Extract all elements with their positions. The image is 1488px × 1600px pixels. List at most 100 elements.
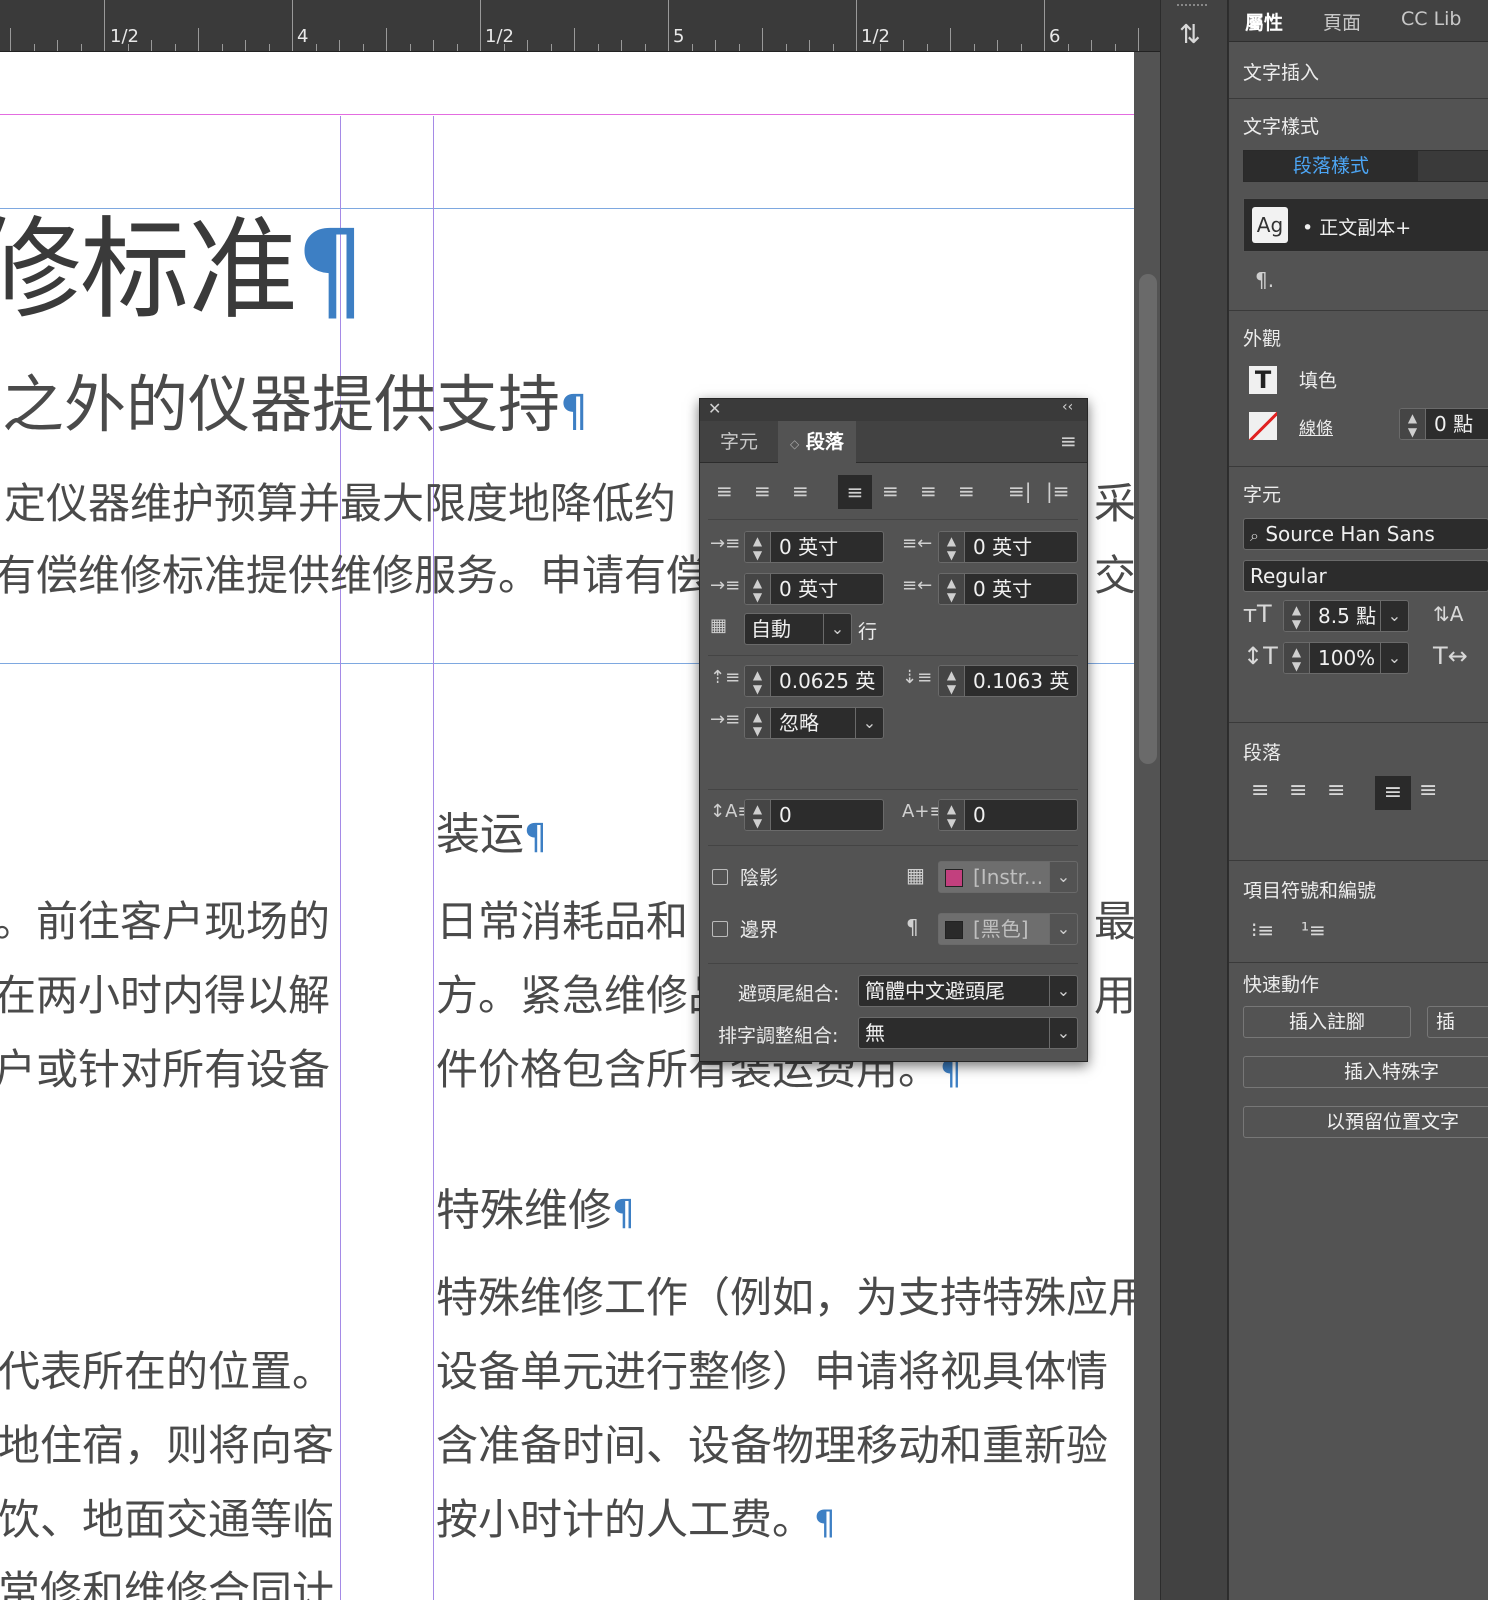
- kinsoku-select[interactable]: 簡體中文避頭尾 ⌄: [858, 975, 1078, 1007]
- insert-other-button[interactable]: 插: [1427, 1006, 1488, 1038]
- justify-right-icon[interactable]: ≡: [920, 479, 937, 503]
- stepper-arrows-icon[interactable]: ▲ ▼: [745, 800, 771, 830]
- grid-align-select[interactable]: 自動 ⌄: [744, 613, 852, 645]
- justify-all-icon[interactable]: ≡: [958, 479, 975, 503]
- special-repair-line[interactable]: 设备单元进行整修）申请将视具体情: [436, 1338, 1108, 1399]
- align-left-icon[interactable]: ≡: [1251, 778, 1269, 803]
- shading-grid-icon[interactable]: ▦: [906, 863, 925, 887]
- left-column-line[interactable]: 饮、地面交通等临: [0, 1486, 334, 1547]
- left-column-line[interactable]: 代表所在的位置。: [0, 1338, 334, 1399]
- pilcrow-icon[interactable]: ¶.: [1255, 268, 1274, 292]
- close-icon[interactable]: ✕: [708, 399, 721, 418]
- border-pilcrow-icon[interactable]: ¶: [906, 915, 919, 939]
- left-indent-field[interactable]: ▲ ▼ 0 英寸: [744, 531, 884, 563]
- align-toward-spine-icon[interactable]: ≡|: [1008, 479, 1032, 503]
- last-line-indent-field[interactable]: ▲ ▼ 0 英寸: [938, 573, 1078, 605]
- style-selector[interactable]: Ag • 正文副本+: [1243, 198, 1488, 252]
- subheading-text[interactable]: 之外的仪器提供支持¶: [2, 354, 588, 444]
- left-column-line[interactable]: 地住宿，则将向客: [0, 1412, 334, 1473]
- chevron-down-icon[interactable]: ⌄: [1049, 976, 1077, 1006]
- fill-text-icon[interactable]: T: [1249, 366, 1277, 394]
- special-repair-line[interactable]: 特殊维修工作（例如，为支持特殊应用: [436, 1264, 1134, 1325]
- chevron-down-icon[interactable]: ⌄: [1049, 862, 1077, 892]
- bulleted-list-icon[interactable]: ⁝≡: [1251, 918, 1274, 942]
- stroke-swatch-icon[interactable]: [1249, 412, 1277, 440]
- shipping-line[interactable]: 最: [1094, 888, 1134, 949]
- chevron-down-icon[interactable]: ⌄: [1049, 1018, 1077, 1048]
- justify-left-icon[interactable]: ≡: [1375, 776, 1411, 810]
- special-repair-line[interactable]: 按小时计的人工费。¶: [436, 1486, 836, 1547]
- align-right-icon[interactable]: ≡: [792, 479, 809, 503]
- vertical-scale-field[interactable]: ▲ ▼ 100% ⌄: [1283, 642, 1409, 674]
- stepper-arrows-icon[interactable]: ▲ ▼: [1284, 601, 1310, 631]
- heading-text[interactable]: 修标准¶: [0, 180, 366, 340]
- space-between-select[interactable]: ▲ ▼ 忽略 ⌄: [744, 707, 884, 739]
- drop-cap-chars-field[interactable]: ▲ ▼ 0: [938, 799, 1078, 831]
- tab-paragraph[interactable]: ◇ 段落: [778, 421, 856, 463]
- space-before-field[interactable]: ▲ ▼ 0.0625 英: [744, 665, 884, 697]
- align-center-icon[interactable]: ≡: [754, 479, 771, 503]
- stepper-arrows-icon[interactable]: ▲ ▼: [745, 666, 771, 696]
- shipping-line[interactable]: 用: [1094, 962, 1134, 1023]
- border-color-select[interactable]: [黑色] ⌄: [938, 913, 1078, 945]
- justify-center-icon[interactable]: ≡: [1419, 778, 1437, 803]
- mojikumi-select[interactable]: 無 ⌄: [858, 1017, 1078, 1049]
- first-line-indent-field[interactable]: ▲ ▼ 0 英寸: [744, 573, 884, 605]
- chevron-down-icon[interactable]: ⌄: [1380, 643, 1408, 673]
- shipping-line[interactable]: 方。紧急维修品: [436, 962, 730, 1023]
- numbered-list-icon[interactable]: ¹≡: [1301, 918, 1326, 942]
- shading-checkbox[interactable]: [712, 869, 728, 885]
- vertical-scrollbar[interactable]: [1136, 52, 1160, 1600]
- insert-special-character-button[interactable]: 插入特殊字: [1243, 1056, 1488, 1088]
- shading-color-select[interactable]: [Instr... ⌄: [938, 861, 1078, 893]
- body-paragraph-line[interactable]: 有偿维修标准提供维修服务。申请有偿: [0, 542, 708, 603]
- stepper-arrows-icon[interactable]: ▲ ▼: [1284, 643, 1310, 673]
- special-repair-heading[interactable]: 特殊维修¶: [436, 1174, 635, 1238]
- shipping-heading[interactable]: 装运¶: [436, 798, 547, 862]
- align-right-icon[interactable]: ≡: [1327, 778, 1345, 803]
- stepper-arrows-icon[interactable]: ▲ ▼: [1400, 409, 1426, 439]
- chevron-down-icon[interactable]: ⌄: [1049, 914, 1077, 944]
- fill-placeholder-text-button[interactable]: 以預留位置文字: [1243, 1106, 1488, 1138]
- stroke-label[interactable]: 線條: [1299, 414, 1333, 439]
- stepper-arrows-icon[interactable]: ▲ ▼: [745, 532, 771, 562]
- border-checkbox[interactable]: [712, 921, 728, 937]
- stepper-arrows-icon[interactable]: ▲ ▼: [939, 532, 965, 562]
- tab-character[interactable]: 字元: [708, 421, 770, 463]
- tab-cc-libraries[interactable]: CC Lib: [1401, 8, 1462, 30]
- horizontal-ruler[interactable]: 1/2 4 1/2 5 1/2 6: [0, 0, 1160, 52]
- insert-footnote-button[interactable]: 插入註腳: [1243, 1006, 1411, 1038]
- chevron-down-icon[interactable]: ⌄: [855, 708, 883, 738]
- body-paragraph-line[interactable]: 定仪器维护预算并最大限度地降低约: [4, 470, 676, 531]
- tab-pages[interactable]: 頁面: [1323, 8, 1361, 35]
- special-repair-line[interactable]: 含准备时间、设备物理移动和重新验: [436, 1412, 1108, 1473]
- stroke-weight-field[interactable]: ▲ ▼ 0 點: [1399, 408, 1488, 440]
- right-indent-field[interactable]: ▲ ▼ 0 英寸: [938, 531, 1078, 563]
- panel-menu-icon[interactable]: ≡: [1060, 429, 1077, 453]
- stepper-arrows-icon[interactable]: ▲ ▼: [939, 800, 965, 830]
- paragraph-panel-icon[interactable]: ⇅: [1179, 20, 1201, 50]
- left-column-line[interactable]: 。前往客户现场的: [0, 888, 330, 949]
- collapse-icon[interactable]: ‹‹: [1062, 399, 1073, 415]
- font-style-field[interactable]: Regular: [1243, 560, 1488, 592]
- body-paragraph-line[interactable]: 交: [1094, 542, 1134, 603]
- space-after-field[interactable]: ▲ ▼ 0.1063 英: [938, 665, 1078, 697]
- left-column-line[interactable]: 在两小时内得以解: [0, 962, 330, 1023]
- dock-grip[interactable]: [1177, 4, 1207, 10]
- left-column-line[interactable]: 常修和维修合同计: [0, 1558, 334, 1600]
- justify-left-icon[interactable]: ≡: [838, 475, 872, 509]
- chevron-down-icon[interactable]: ⌄: [1380, 601, 1408, 631]
- font-family-field[interactable]: ⌕ Source Han Sans: [1243, 518, 1488, 550]
- stepper-arrows-icon[interactable]: ▲ ▼: [745, 708, 771, 738]
- stepper-arrows-icon[interactable]: ▲ ▼: [939, 666, 965, 696]
- justify-center-icon[interactable]: ≡: [882, 479, 899, 503]
- drop-cap-lines-field[interactable]: ▲ ▼ 0: [744, 799, 884, 831]
- tab-properties[interactable]: 屬性: [1245, 8, 1283, 35]
- stepper-arrows-icon[interactable]: ▲ ▼: [745, 574, 771, 604]
- chevron-down-icon[interactable]: ⌄: [823, 614, 851, 644]
- align-center-icon[interactable]: ≡: [1289, 778, 1307, 803]
- shipping-line[interactable]: 日常消耗品和: [436, 888, 688, 949]
- stepper-arrows-icon[interactable]: ▲ ▼: [939, 574, 965, 604]
- panel-titlebar[interactable]: ✕ ‹‹: [700, 399, 1087, 421]
- font-size-field[interactable]: ▲ ▼ 8.5 點 ⌄: [1283, 600, 1409, 632]
